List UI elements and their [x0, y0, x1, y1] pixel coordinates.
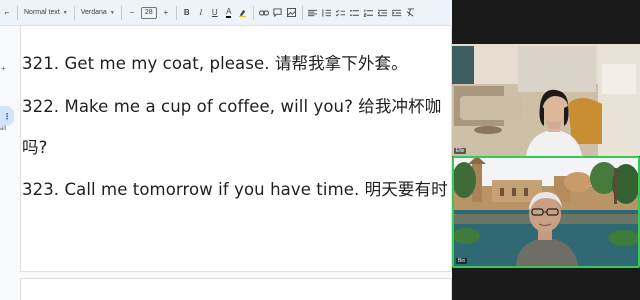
paragraph-style-select[interactable]: Normal text ▼: [21, 4, 71, 22]
sentence-322[interactable]: 322. Make me a cup of coffee, will you? …: [22, 93, 441, 117]
chevron-down-icon: ▼: [62, 9, 68, 16]
comment-icon[interactable]: [271, 4, 285, 22]
font-family-value: Verdana: [80, 9, 107, 16]
decrease-indent-icon[interactable]: [376, 4, 390, 22]
toolbar-divider: [252, 5, 254, 20]
paint-format-icon[interactable]: ⌐: [0, 4, 14, 22]
formatting-toolbar: ⌐ Normal text ▼ Verdana ▼ − 28 + B I U A: [0, 0, 452, 26]
highlight-icon[interactable]: [236, 4, 250, 22]
increase-font-size-button[interactable]: +: [159, 4, 173, 22]
sentence-321[interactable]: 321. Get me my coat, please. 请帮我拿下外套。: [22, 50, 408, 74]
decrease-font-size-button[interactable]: −: [125, 4, 139, 22]
toolbar-divider: [175, 5, 177, 20]
participant-name: Elle: [454, 148, 467, 154]
sentence-322-continuation[interactable]: 吗?: [22, 134, 47, 158]
link-icon[interactable]: [257, 4, 271, 22]
font-size-input[interactable]: 28: [140, 6, 157, 19]
rail-label: all: [0, 126, 7, 132]
font-family-select[interactable]: Verdana ▼: [78, 4, 118, 22]
text-color-button[interactable]: A: [222, 4, 236, 22]
numbered-list-icon[interactable]: [362, 4, 376, 22]
video-call-panel: Elle Bin: [452, 0, 640, 300]
document-page-next[interactable]: [20, 278, 452, 300]
bulleted-list-icon[interactable]: [348, 4, 362, 22]
text-color-label: A: [226, 6, 232, 18]
image-icon[interactable]: [285, 4, 299, 22]
participant-video: [452, 44, 640, 156]
italic-button[interactable]: I: [194, 4, 208, 22]
toolbar-divider: [17, 5, 18, 20]
participant-tile-active-speaker[interactable]: Bin: [452, 156, 640, 268]
checklist-icon[interactable]: [334, 4, 348, 22]
toolbar-divider: [301, 5, 303, 20]
line-spacing-icon[interactable]: [320, 4, 334, 22]
toolbar-divider: [120, 5, 122, 20]
bold-button[interactable]: B: [180, 4, 194, 22]
toolbar-divider: [73, 5, 75, 20]
document-page[interactable]: 321. Get me my coat, please. 请帮我拿下外套。 32…: [20, 26, 452, 272]
participant-video: [454, 158, 638, 266]
chevron-down-icon: ▼: [109, 9, 115, 16]
paragraph-style-value: Normal text: [24, 9, 60, 16]
add-tab-button[interactable]: +: [1, 64, 6, 73]
participant-name: Bin: [456, 258, 468, 264]
align-icon[interactable]: [306, 4, 320, 22]
document-canvas: 321. Get me my coat, please. 请帮我拿下外套。 32…: [18, 26, 452, 300]
left-rail: + ⋮ all: [0, 26, 18, 300]
underline-button[interactable]: U: [208, 4, 222, 22]
more-options-icon[interactable]: ⋮: [0, 106, 14, 126]
clear-formatting-icon[interactable]: [404, 4, 418, 22]
sentence-323[interactable]: 323. Call me tomorrow if you have time. …: [22, 176, 448, 200]
increase-indent-icon[interactable]: [390, 4, 404, 22]
participant-tile[interactable]: Elle: [452, 44, 640, 156]
